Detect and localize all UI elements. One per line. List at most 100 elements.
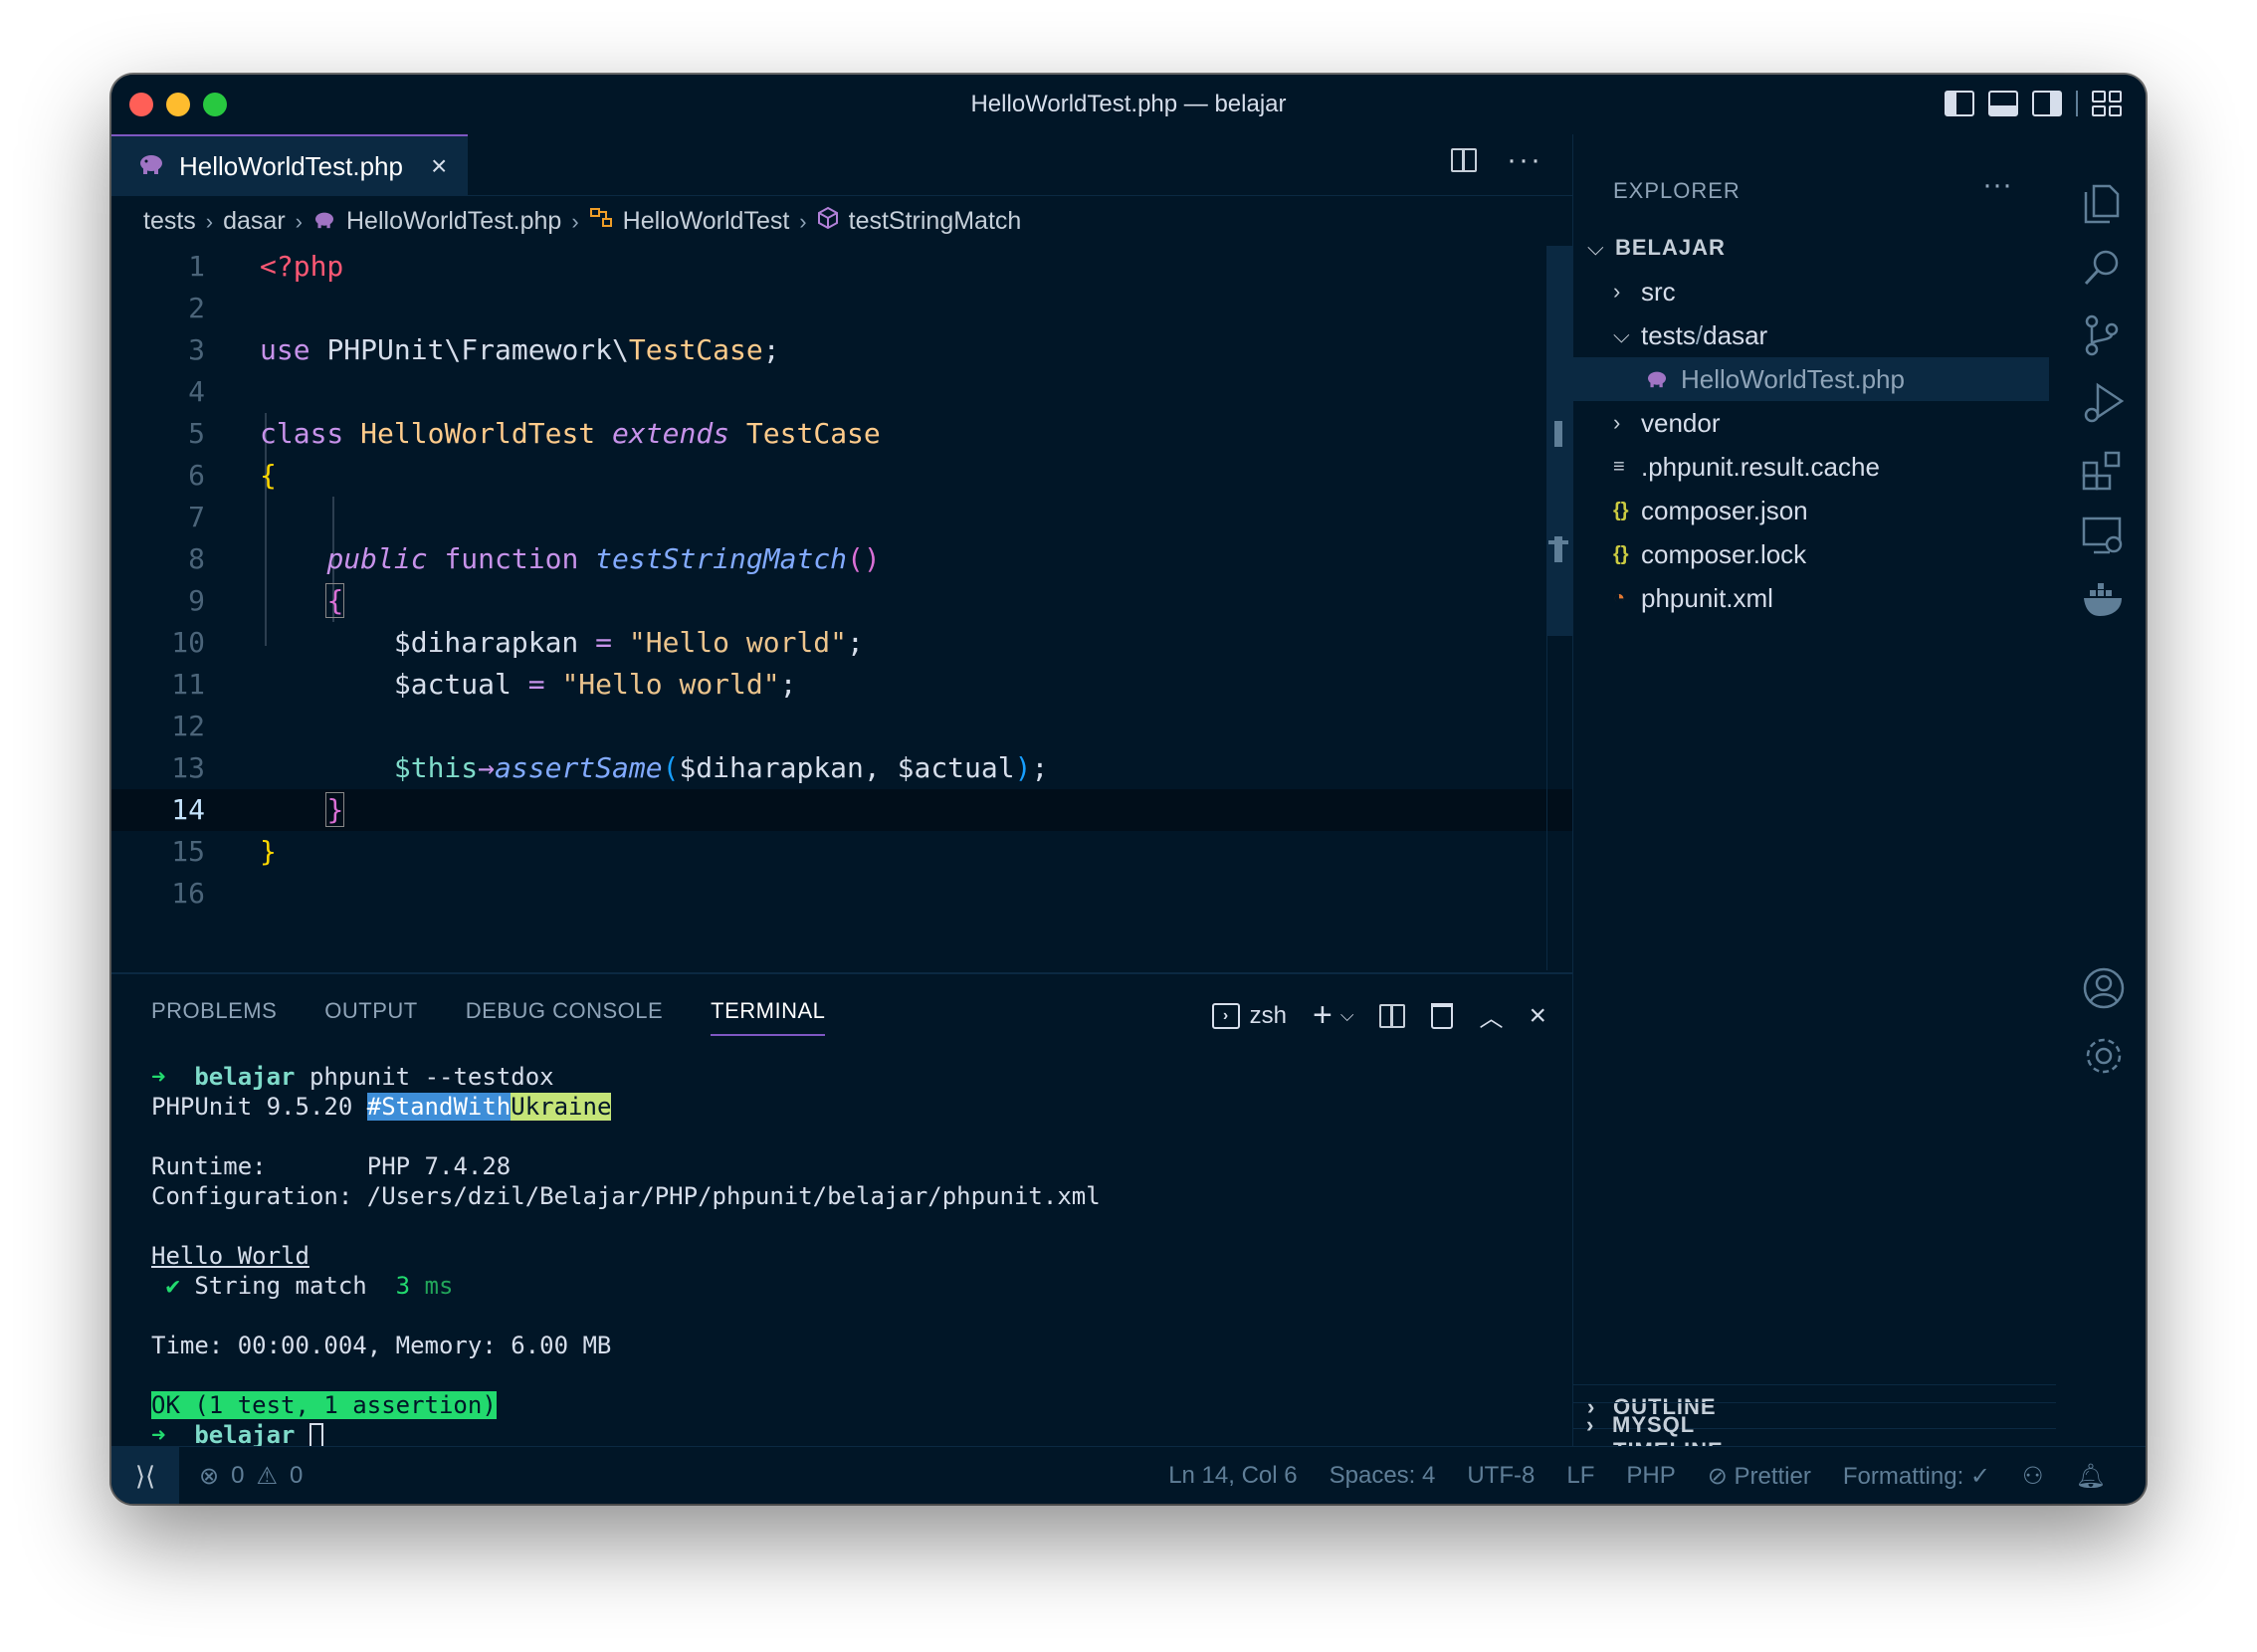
layout-controls [1945,91,2122,116]
file-helloworldtest[interactable]: HelloWorldTest.php [1573,357,2049,401]
split-editor-icon[interactable] [1451,148,1478,172]
breadcrumb-dasar[interactable]: dasar [223,207,286,236]
remote-indicator-icon[interactable]: ⟩⟨ [111,1447,179,1504]
file-phpunit-xml[interactable]: ◔ phpunit.xml [1573,576,2057,620]
tab-close-icon[interactable]: × [431,150,447,182]
php-elephant-icon [1645,364,1669,395]
toggle-panel-icon[interactable] [1988,91,2018,116]
chevron-down-icon: ⌵ [1587,235,1604,260]
code-line: 12 [171,710,205,742]
folder-vendor[interactable]: › vendor [1573,401,2057,445]
language-mode[interactable]: PHP [1626,1462,1675,1491]
terminal-icon: › [1211,1002,1240,1029]
class-symbol-icon [589,207,613,236]
terminal-output[interactable]: ➜ belajar phpunit --testdox PHPUnit 9.5.… [151,1062,1101,1450]
files-icon[interactable] [2082,180,2122,224]
scroll-marker [1548,540,1568,544]
notifications-bell-icon[interactable]: 🔔︎ [2076,1462,2106,1491]
code-line: 5 class HelloWorldTest extends TestCase [188,417,881,450]
tab-terminal[interactable]: TERMINAL [711,998,826,1036]
json-file-icon: {} [1613,542,1629,565]
remote-explorer-icon[interactable] [2082,515,2123,554]
code-line: 7 [188,501,205,533]
new-terminal-icon[interactable]: + [1313,996,1333,1035]
split-terminal-icon[interactable] [1379,1003,1406,1028]
panel-actions: › zsh + ⌵ ︿ × [1211,996,1546,1035]
breadcrumb-file[interactable]: HelloWorldTest.php [346,207,561,236]
title-bar: HelloWorldTest.php — belajar [111,75,2146,134]
window-title: HelloWorldTest.php — belajar [970,91,1287,117]
layout-divider [2076,91,2078,116]
toggle-primary-sidebar-icon[interactable] [1945,91,1974,116]
chevron-right-icon: › [799,208,807,234]
file-phpunit-cache[interactable]: ≡ .phpunit.result.cache [1573,445,2057,489]
feedback-icon[interactable]: ⚇ [2022,1462,2044,1491]
vscode-window: HelloWorldTest.php — belajar HelloWorldT… [111,75,2146,1504]
code-editor[interactable]: 1 <?php 2 3 use PHPUnit\Framework\TestCase… [111,246,1572,970]
breadcrumb-method[interactable]: testStringMatch [849,207,1022,236]
error-icon: ⊗ [199,1463,220,1490]
terminal-selector[interactable]: › zsh [1211,1001,1287,1030]
more-actions-icon[interactable]: ··· [1982,168,2012,202]
tab-problems[interactable]: PROBLEMS [151,998,277,1036]
code-line: 4 [188,375,205,408]
chevron-down-icon: ⌵ [1613,322,1630,347]
php-elephant-icon [312,207,336,236]
settings-gear-icon[interactable] [2082,1034,2122,1074]
breadcrumb-class[interactable]: HelloWorldTest [623,207,790,236]
activity-bar [2056,134,2146,1446]
chevron-right-icon: › [1613,279,1621,304]
search-icon[interactable] [2082,248,2122,288]
code-line: 9 { [188,583,345,618]
tab-output[interactable]: OUTPUT [324,998,417,1036]
encoding[interactable]: UTF-8 [1467,1462,1535,1491]
docker-icon[interactable] [2082,582,2122,622]
method-symbol-icon [817,206,839,237]
tab-debug-console[interactable]: DEBUG CONSOLE [466,998,663,1036]
account-icon[interactable] [2082,966,2125,1009]
chevron-right-icon: › [1613,410,1621,435]
end-of-line[interactable]: LF [1566,1462,1594,1491]
code-line: 3 use PHPUnit\Framework\TestCase; [188,333,780,366]
code-line: 15} [171,835,277,868]
cursor-position[interactable]: Ln 14, Col 6 [1168,1462,1297,1491]
tab-helloworldtest[interactable]: HelloWorldTest.php × [111,134,468,196]
extensions-icon[interactable] [2082,449,2122,491]
chevron-right-icon: › [571,208,579,234]
maximize-panel-icon[interactable]: ︿ [1479,998,1503,1033]
more-actions-icon[interactable]: ··· [1507,145,1542,175]
chevron-right-icon: › [1586,1411,1595,1437]
code-line: 11 $actual = "Hello world"; [171,668,797,701]
folder-tests-dasar[interactable]: ⌵ tests / dasar [1573,313,2057,357]
chevron-right-icon: › [295,208,303,234]
json-file-icon: {} [1613,499,1629,521]
text-file-icon: ≡ [1613,455,1625,478]
prettier-status[interactable]: ⊘ Prettier [1708,1462,1811,1491]
code-line-active: 14 } [111,789,1572,831]
toggle-secondary-sidebar-icon[interactable] [2032,91,2062,116]
file-composer-json[interactable]: {} composer.json [1573,489,2057,532]
chevron-down-icon[interactable]: ⌵ [1340,1005,1354,1026]
code-line: 6{ [188,459,277,492]
kill-terminal-icon[interactable] [1431,1002,1454,1029]
folder-root[interactable]: ⌵ BELAJAR [1573,226,2057,270]
source-control-icon[interactable] [2082,313,2122,356]
code-line: 13 $this→assertSame($diharapkan, $actual… [171,751,1049,784]
formatting-status[interactable]: Formatting: ✓ [1843,1462,1990,1491]
close-panel-icon[interactable]: × [1529,999,1546,1033]
code-line: 8 public function testStringMatch() [188,542,881,575]
customize-layout-icon[interactable] [2092,91,2122,116]
indentation[interactable]: Spaces: 4 [1330,1462,1436,1491]
breadcrumb-tests[interactable]: tests [143,207,196,236]
run-debug-icon[interactable] [2082,381,2125,423]
panel-tabs: PROBLEMS OUTPUT DEBUG CONSOLE TERMINAL [151,998,826,1036]
shell-name: zsh [1249,1001,1287,1029]
section-mysql-row[interactable]: › MYSQL [1572,1402,2056,1446]
code-line: 2 [188,292,205,324]
tab-label: HelloWorldTest.php [179,150,403,181]
editor-tab-bar: HelloWorldTest.php × ··· [111,134,1572,196]
folder-src[interactable]: › src [1573,270,2057,313]
problems-indicator[interactable]: ⊗ 0 ⚠ 0 [199,1462,303,1491]
scroll-marker [1554,421,1562,447]
file-composer-lock[interactable]: {} composer.lock [1573,532,2057,576]
